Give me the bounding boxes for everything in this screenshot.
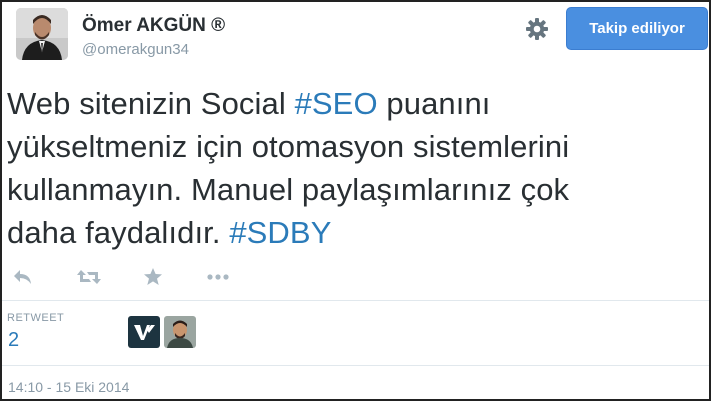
tweet-timestamp[interactable]: 14:10 - 15 Eki 2014: [8, 379, 129, 395]
username-handle[interactable]: @omerakgun34: [82, 41, 189, 58]
following-button[interactable]: Takip ediliyor: [566, 7, 708, 50]
divider: [2, 365, 709, 366]
retweet-count[interactable]: 2: [8, 329, 19, 352]
tweet-actions: [2, 260, 709, 294]
tweet-text-segment: puanını: [377, 86, 491, 121]
retweeter-avatar-brand-logo[interactable]: [128, 316, 160, 348]
tweet-text-segment: Web sitenizin Social: [7, 86, 295, 121]
favorite-icon[interactable]: [140, 264, 166, 290]
tweet-text-line: yükseltmeniz için otomasyon sistemlerini: [7, 125, 697, 168]
tweet-text-segment: daha faydalıdır.: [7, 215, 230, 250]
retweet-icon[interactable]: [76, 264, 102, 290]
tweet-text-segment: kullanmayın. Manuel paylaşımlarınız çok: [7, 172, 570, 207]
hashtag-link[interactable]: #SEO: [295, 86, 378, 121]
divider: [2, 300, 709, 301]
reply-icon[interactable]: [10, 264, 36, 290]
avatar[interactable]: [16, 8, 68, 60]
tweet-text-line: daha faydalıdır. #SDBY: [7, 211, 697, 254]
retweet-stat-label: RETWEET: [7, 312, 65, 324]
retweeter-avatar-person[interactable]: [164, 316, 196, 348]
tweet-text-line: Web sitenizin Social #SEO puanını: [7, 82, 697, 125]
tweet-text-segment: yükseltmeniz için otomasyon sistemlerini: [7, 129, 570, 164]
avatar-image: [16, 8, 68, 60]
gear-icon[interactable]: [524, 16, 550, 42]
hashtag-link[interactable]: #SDBY: [229, 215, 331, 250]
tweet-text-line: kullanmayın. Manuel paylaşımlarınız çok: [7, 168, 697, 211]
tweet-card: Ömer AKGÜN ® @omerakgun34 Takip ediliyor…: [0, 0, 711, 401]
display-name[interactable]: Ömer AKGÜN ®: [82, 15, 225, 37]
tweet-text: Web sitenizin Social #SEO puanını yükselt…: [7, 82, 697, 254]
more-icon[interactable]: [205, 264, 231, 290]
